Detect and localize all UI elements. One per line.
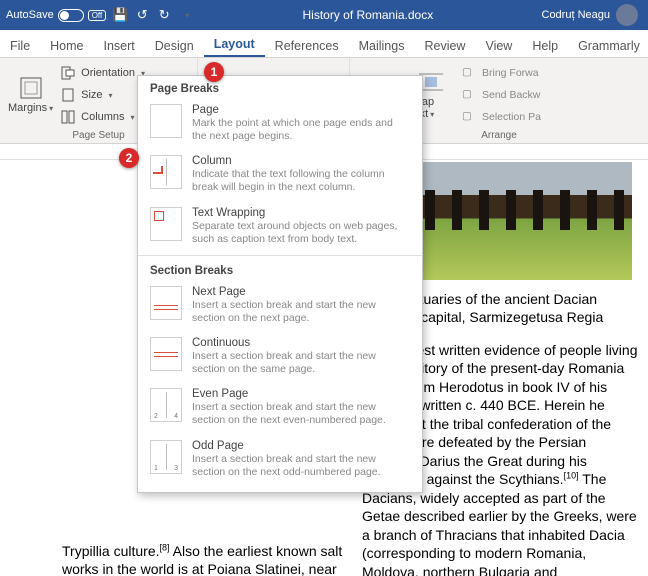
dd-item-next-page[interactable]: Next PageInsert a section break and star… bbox=[138, 281, 422, 332]
tab-file[interactable]: File bbox=[0, 34, 40, 57]
size-icon bbox=[61, 88, 77, 102]
size-button[interactable]: Size bbox=[57, 85, 149, 105]
avatar[interactable] bbox=[616, 4, 638, 26]
tab-references[interactable]: References bbox=[265, 34, 349, 57]
callout-2: 2 bbox=[119, 148, 139, 168]
tab-mailings[interactable]: Mailings bbox=[349, 34, 415, 57]
page-break-icon bbox=[150, 104, 182, 138]
dd-item-continuous[interactable]: ContinuousInsert a section break and sta… bbox=[138, 332, 422, 383]
even-page-break-icon: 24 bbox=[150, 388, 182, 422]
tab-grammarly[interactable]: Grammarly bbox=[568, 34, 648, 57]
breaks-dropdown: Page Breaks PageMark the point at which … bbox=[137, 75, 423, 493]
tab-home[interactable]: Home bbox=[40, 34, 93, 57]
dd-item-even-page[interactable]: 24 Even PageInsert a section break and s… bbox=[138, 383, 422, 434]
orientation-button[interactable]: Orientation bbox=[57, 63, 149, 83]
document-title: History of Romania.docx bbox=[194, 8, 541, 22]
columns-button[interactable]: Columns bbox=[57, 107, 149, 127]
dd-item-page[interactable]: PageMark the point at which one page end… bbox=[138, 99, 422, 150]
margins-button[interactable]: Margins bbox=[8, 62, 53, 128]
dd-section-page-breaks: Page Breaks bbox=[138, 76, 422, 99]
dd-item-odd-page[interactable]: 13 Odd PageInsert a section break and st… bbox=[138, 435, 422, 486]
columns-icon bbox=[61, 110, 77, 124]
redo-icon[interactable]: ↻ bbox=[156, 7, 172, 23]
save-icon[interactable]: 💾 bbox=[112, 7, 128, 23]
selection-pane-icon: ▢ bbox=[462, 110, 478, 124]
dd-item-column[interactable]: ColumnIndicate that the text following t… bbox=[138, 150, 422, 201]
left-tail-paragraph: Trypillia culture.[8] Also the earliest … bbox=[62, 542, 348, 576]
undo-icon[interactable]: ↺ bbox=[134, 7, 150, 23]
dd-section-section-breaks: Section Breaks bbox=[138, 258, 422, 281]
tab-help[interactable]: Help bbox=[522, 34, 568, 57]
column-break-icon bbox=[150, 155, 182, 189]
bring-forward-icon: ▢ bbox=[462, 66, 478, 80]
autosave-toggle[interactable]: AutoSave Off bbox=[6, 9, 106, 22]
continuous-break-icon bbox=[150, 337, 182, 371]
title-bar: AutoSave Off 💾 ↺ ↻ History of Romania.do… bbox=[0, 0, 648, 30]
callout-1: 1 bbox=[204, 62, 224, 82]
odd-page-break-icon: 13 bbox=[150, 440, 182, 474]
send-backward-icon: ▢ bbox=[462, 88, 478, 102]
tab-design[interactable]: Design bbox=[145, 34, 204, 57]
bring-forward-button[interactable]: ▢Bring Forwa bbox=[458, 63, 545, 83]
margins-icon bbox=[17, 76, 45, 100]
tab-review[interactable]: Review bbox=[414, 34, 475, 57]
user-name: Codruț Neagu bbox=[542, 9, 611, 21]
selection-pane-button[interactable]: ▢Selection Pa bbox=[458, 107, 545, 127]
ribbon-tabs: File Home Insert Design Layout Reference… bbox=[0, 30, 648, 58]
next-page-break-icon bbox=[150, 286, 182, 320]
orientation-icon bbox=[61, 66, 77, 80]
tab-insert[interactable]: Insert bbox=[94, 34, 145, 57]
text-wrapping-break-icon bbox=[150, 207, 182, 241]
dd-item-text-wrapping[interactable]: Text WrappingSeparate text around object… bbox=[138, 202, 422, 253]
tab-layout[interactable]: Layout bbox=[204, 32, 265, 57]
tab-view[interactable]: View bbox=[475, 34, 522, 57]
send-backward-button[interactable]: ▢Send Backw bbox=[458, 85, 545, 105]
qat-more-icon[interactable] bbox=[178, 7, 194, 23]
